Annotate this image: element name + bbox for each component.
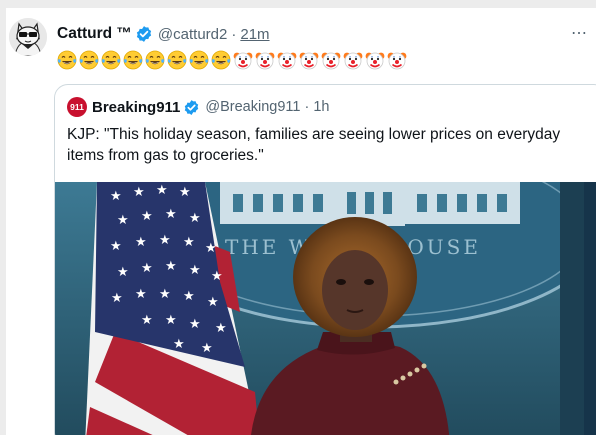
laugh-cry-emoji-icon [57, 50, 77, 70]
svg-text:★: ★ [110, 239, 122, 254]
svg-text:★: ★ [207, 295, 219, 310]
clown-emoji-icon [387, 50, 407, 70]
tweet-emoji-text [57, 49, 409, 71]
author-handle[interactable]: @catturd2 [158, 26, 227, 43]
svg-text:★: ★ [133, 185, 145, 200]
svg-text:★: ★ [189, 211, 201, 226]
quoted-author-handle[interactable]: @Breaking911 [205, 99, 300, 115]
svg-text:★: ★ [183, 235, 195, 250]
svg-text:★: ★ [111, 291, 123, 306]
svg-text:★: ★ [183, 289, 195, 304]
laugh-cry-emoji-icon [189, 50, 209, 70]
svg-text:★: ★ [201, 341, 213, 356]
svg-text:★: ★ [141, 313, 153, 328]
avatar[interactable] [9, 18, 47, 56]
clown-emoji-icon [299, 50, 319, 70]
clown-emoji-icon [321, 50, 341, 70]
clown-emoji-icon [255, 50, 275, 70]
svg-text:★: ★ [173, 337, 185, 352]
breaking911-logo-icon: 911 [67, 97, 87, 117]
svg-text:★: ★ [135, 287, 147, 302]
quoted-tweet[interactable]: 911 Breaking911 @Breaking911 · 1h KJP: "… [54, 84, 596, 435]
svg-text:★: ★ [159, 287, 171, 302]
verified-badge-icon [183, 99, 200, 116]
press-briefing-photo: THE WHITE HOUSE ★★★★ ★★★★ ★★★★★ ★★★★★ [55, 182, 596, 435]
more-options-icon[interactable]: ⋯ [571, 23, 588, 43]
svg-text:★: ★ [179, 185, 191, 200]
laugh-cry-emoji-icon [145, 50, 165, 70]
svg-text:★: ★ [117, 213, 129, 228]
verified-badge-icon [135, 25, 153, 43]
timestamp[interactable]: 21m [240, 26, 269, 43]
svg-text:★: ★ [135, 235, 147, 250]
svg-text:★: ★ [165, 313, 177, 328]
svg-text:★: ★ [189, 263, 201, 278]
svg-text:★: ★ [159, 233, 171, 248]
cat-avatar-icon [9, 18, 47, 56]
author-name[interactable]: Catturd ™ [57, 25, 132, 43]
svg-text:★: ★ [165, 259, 177, 274]
clown-emoji-icon [343, 50, 363, 70]
svg-text:★: ★ [110, 189, 122, 204]
svg-text:★: ★ [215, 321, 227, 336]
svg-text:★: ★ [141, 209, 153, 224]
laugh-cry-emoji-icon [211, 50, 231, 70]
clown-emoji-icon [233, 50, 253, 70]
svg-text:★: ★ [205, 241, 217, 256]
separator-dot: · [231, 25, 237, 43]
laugh-cry-emoji-icon [101, 50, 121, 70]
svg-text:★: ★ [165, 207, 177, 222]
laugh-cry-emoji-icon [167, 50, 187, 70]
svg-text:★: ★ [211, 269, 223, 284]
quoted-author-name[interactable]: Breaking911 [92, 99, 180, 116]
tweet-card[interactable]: Catturd ™ @catturd2 · 21m ⋯ 911 Breaking… [6, 8, 596, 435]
svg-text:★: ★ [117, 265, 129, 280]
svg-text:★: ★ [141, 261, 153, 276]
quoted-media-image[interactable]: THE WHITE HOUSE ★★★★ ★★★★ ★★★★★ ★★★★★ [55, 182, 596, 435]
separator-dot: · [304, 99, 310, 115]
quoted-author-row: 911 Breaking911 @Breaking911 · 1h [67, 96, 329, 118]
quoted-tweet-text: KJP: "This holiday season, families are … [67, 126, 561, 164]
clown-emoji-icon [365, 50, 385, 70]
svg-text:★: ★ [189, 317, 201, 332]
laugh-cry-emoji-icon [123, 50, 143, 70]
laugh-cry-emoji-icon [79, 50, 99, 70]
clown-emoji-icon [277, 50, 297, 70]
quoted-timestamp[interactable]: 1h [313, 99, 329, 115]
author-row: Catturd ™ @catturd2 · 21m [57, 23, 270, 45]
svg-text:★: ★ [156, 183, 168, 198]
